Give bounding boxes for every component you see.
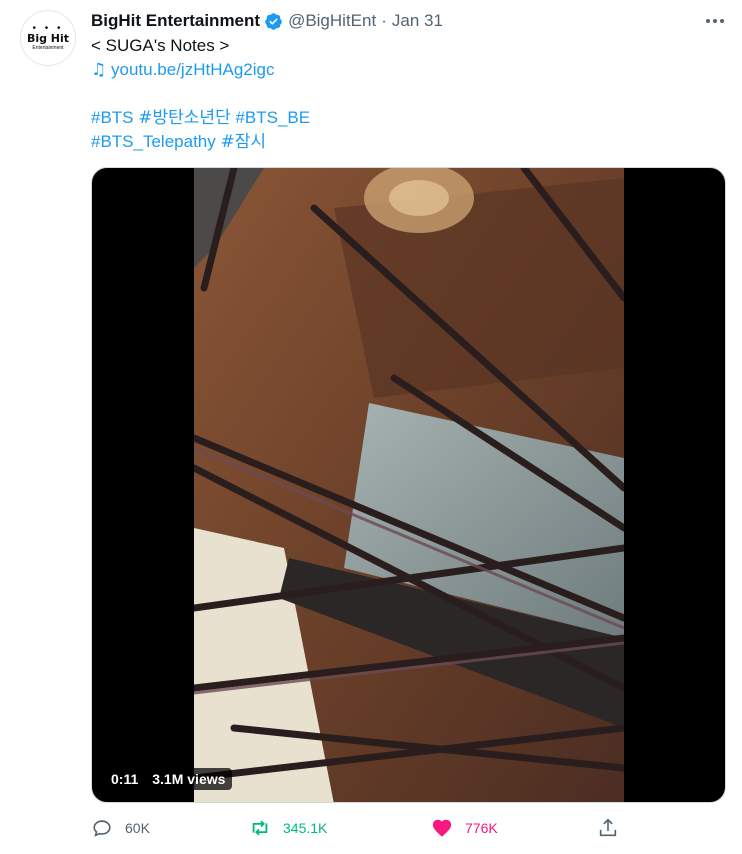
- like-count: 776K: [465, 820, 498, 836]
- hashtag-bts-be[interactable]: #BTS_BE: [235, 108, 310, 127]
- hashtag-bts-telepathy[interactable]: #BTS_Telepathy: [91, 132, 216, 151]
- video-views: 3.1M views: [152, 771, 226, 787]
- video-link[interactable]: youtu.be/jzHtHAg2igc: [111, 60, 274, 79]
- video-frame[interactable]: [194, 168, 624, 802]
- video-still-image: [194, 168, 624, 802]
- video-info-badge: 0:11 3.1M views: [104, 768, 233, 790]
- hashtag-bangtan[interactable]: #방탄소년단: [138, 108, 230, 128]
- avatar[interactable]: • • • Big Hit Entertainment: [20, 10, 76, 66]
- share-button[interactable]: [597, 814, 619, 842]
- separator-dot: ·: [381, 11, 387, 30]
- hashtag-bts[interactable]: #BTS: [91, 108, 134, 127]
- share-icon: [599, 818, 617, 837]
- music-note-icon: ♫: [91, 60, 107, 80]
- user-handle[interactable]: @BigHitEnt: [288, 11, 376, 31]
- reply-button[interactable]: 60K: [91, 814, 150, 842]
- more-icon[interactable]: [702, 10, 728, 32]
- tweet-text: < SUGA's Notes > ♫ youtu.be/jzHtHAg2igc …: [91, 34, 722, 154]
- display-name[interactable]: BigHit Entertainment: [91, 11, 260, 31]
- verified-badge-icon: [265, 12, 282, 30]
- retweet-count: 345.1K: [283, 820, 328, 836]
- logo-dots: • • •: [32, 22, 64, 34]
- tweet-actions: 60K 345.1K 776K: [91, 814, 631, 842]
- tweet-date[interactable]: Jan 31: [392, 11, 443, 31]
- hashtag-jamsi[interactable]: #잠시: [220, 132, 266, 152]
- retweet-icon: [252, 820, 268, 836]
- video-time: 0:11: [111, 771, 139, 787]
- tweet-title: < SUGA's Notes >: [91, 36, 230, 55]
- reply-count: 60K: [125, 820, 150, 836]
- avatar-logo-text: Big Hit: [26, 31, 70, 45]
- video-player[interactable]: 0:11 3.1M views: [91, 167, 726, 803]
- tweet[interactable]: • • • Big Hit Entertainment BigHit Enter…: [0, 0, 742, 854]
- retweet-button[interactable]: 345.1K: [249, 814, 327, 842]
- reply-icon: [93, 820, 111, 837]
- tweet-header: BigHit Entertainment @BigHitEnt · Jan 31: [91, 9, 702, 33]
- like-button[interactable]: 776K: [431, 814, 498, 842]
- avatar-logo-subtext: Entertainment: [32, 44, 64, 51]
- like-icon: [432, 819, 452, 837]
